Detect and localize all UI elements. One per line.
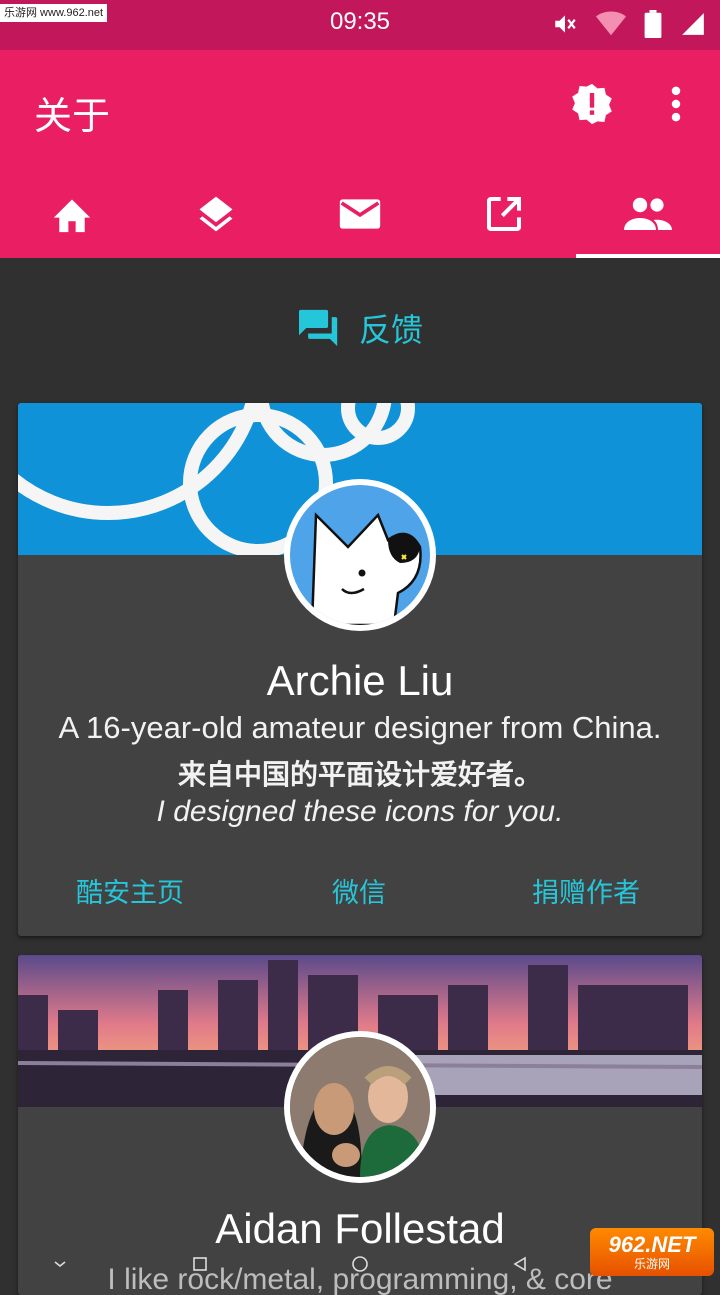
author-bio-en: A 16-year-old amateur designer from Chin…: [58, 710, 662, 745]
open-in-new-icon: [487, 197, 521, 231]
wechat-link[interactable]: 微信: [332, 871, 386, 910]
author-card: Archie Liu A 16-year-old amateur designe…: [18, 403, 702, 936]
wifi-icon: [596, 11, 626, 36]
more-vert-icon: [671, 86, 681, 122]
collapse-icon: [54, 1261, 66, 1268]
tab-open-link[interactable]: [432, 170, 576, 258]
home-circle-icon: [352, 1256, 368, 1272]
nav-collapse-button[interactable]: [45, 1252, 75, 1276]
avatar: [284, 1031, 436, 1183]
author-links: 酷安主页 微信 捐赠作者: [18, 871, 702, 911]
tab-bar: [0, 170, 720, 258]
nav-home-button[interactable]: [345, 1252, 375, 1276]
forum-icon: [298, 309, 338, 347]
tab-home[interactable]: [0, 170, 144, 258]
tab-about[interactable]: [576, 170, 720, 258]
more-options-button[interactable]: [652, 80, 700, 128]
donate-link[interactable]: 捐赠作者: [532, 871, 640, 910]
watermark-logo: 962.NET 乐游网: [590, 1228, 714, 1276]
feedback-link[interactable]: 反馈: [0, 305, 720, 351]
author-tagline: I designed these icons for you.: [156, 795, 564, 828]
tab-layers[interactable]: [144, 170, 288, 258]
battery-icon: [644, 10, 662, 38]
signal-icon: [682, 13, 704, 35]
feedback-alert-button[interactable]: [568, 80, 616, 128]
coolapk-link[interactable]: 酷安主页: [76, 871, 184, 910]
home-icon: [53, 199, 91, 233]
mail-icon: [339, 199, 381, 229]
app-bar: 关于: [0, 50, 720, 258]
feedback-label: 反馈: [358, 311, 423, 349]
tab-mail[interactable]: [288, 170, 432, 258]
layers-icon: [199, 196, 233, 232]
feedback-alert-icon: [572, 83, 612, 125]
recents-icon: [193, 1257, 207, 1271]
people-icon: [624, 197, 672, 230]
author-name: Archie Liu: [266, 657, 454, 704]
mute-icon: [555, 15, 576, 33]
nav-recents-button[interactable]: [185, 1252, 215, 1276]
back-icon: [513, 1256, 526, 1272]
avatar: [284, 479, 436, 631]
page-title: 关于: [34, 94, 111, 138]
status-bar: 乐游网 www.962.net 09:35: [0, 0, 720, 50]
nav-back-button[interactable]: [505, 1252, 535, 1276]
author-bio-zh: 来自中国的平面设计爱好者。: [177, 758, 542, 791]
